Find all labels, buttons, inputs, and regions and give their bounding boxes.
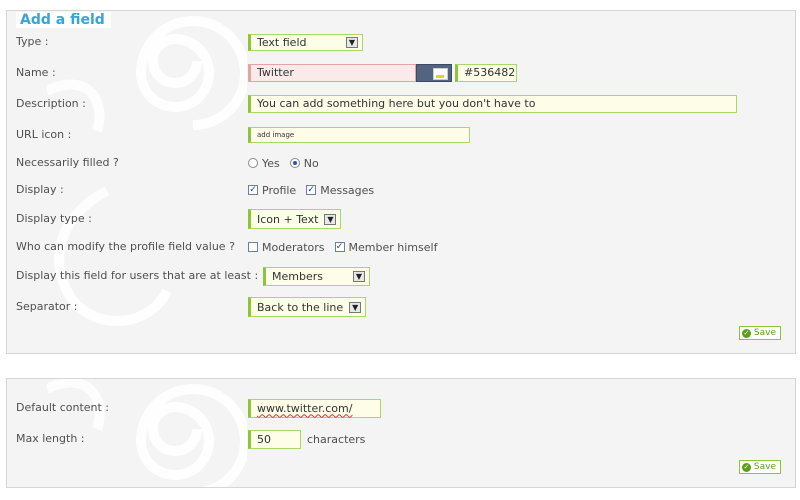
separator-row: Separator : Back to the line ▼ — [7, 296, 795, 318]
default-content-label: Default content : — [16, 401, 110, 414]
description-label: Description : — [16, 97, 86, 110]
chevron-down-icon: ▼ — [324, 213, 337, 225]
messages-label: Messages — [320, 183, 375, 197]
display-for-row: Display this field for users that are at… — [7, 265, 795, 287]
necessarily-filled-row: Necessarily filled ? Yes No — [7, 152, 795, 174]
chevron-down-icon: ▼ — [349, 301, 362, 313]
member-himself-checkbox[interactable]: ✓ — [334, 242, 345, 252]
type-select[interactable]: Text field ▼ — [248, 33, 363, 51]
display-for-select[interactable]: Members ▼ — [263, 266, 370, 286]
moderators-checkbox[interactable] — [248, 242, 258, 252]
display-type-value: Icon + Text — [257, 212, 319, 226]
description-input[interactable]: You can add something here but you don't… — [248, 95, 737, 113]
separator-select[interactable]: Back to the line ▼ — [248, 297, 367, 317]
max-length-unit: characters — [307, 432, 366, 446]
url-icon-row: URL icon : add image — [7, 124, 795, 146]
name-input[interactable]: Twitter — [248, 64, 416, 82]
default-content-input[interactable]: www.twitter.com/ — [248, 398, 381, 418]
member-himself-label: Member himself — [348, 240, 438, 254]
type-select-value: Text field — [257, 35, 307, 49]
profile-label: Profile — [262, 183, 297, 197]
display-label: Display : — [16, 183, 64, 196]
url-icon-label: URL icon : — [16, 128, 72, 141]
color-picker-icon — [433, 68, 448, 80]
url-icon-input[interactable]: add image — [248, 127, 470, 143]
yes-radio[interactable] — [248, 158, 258, 168]
color-picker-button[interactable] — [416, 64, 452, 82]
who-modify-label: Who can modify the profile field value ? — [16, 240, 235, 253]
section-title: Add a field — [16, 12, 111, 28]
save-button[interactable]: ✓ Save — [738, 460, 781, 474]
checkmark-icon: ✓ — [741, 462, 751, 472]
display-row: Display : ✓ Profile ✓ Messages — [7, 179, 795, 201]
description-row: Description : You can add something here… — [7, 93, 795, 115]
display-for-value: Members — [272, 269, 323, 283]
display-type-label: Display type : — [16, 212, 92, 225]
necessarily-no-option[interactable]: No — [289, 156, 319, 170]
display-type-row: Display type : Icon + Text ▼ — [7, 208, 795, 230]
save-label: Save — [753, 462, 776, 472]
necessarily-yes-option[interactable]: Yes — [248, 157, 280, 170]
messages-checkbox[interactable]: ✓ — [306, 185, 317, 195]
no-label: No — [303, 156, 319, 170]
type-row: Type : Text field ▼ — [7, 31, 795, 53]
max-length-input[interactable]: 50 — [248, 429, 301, 449]
display-for-label: Display this field for users that are at… — [16, 269, 259, 282]
moderators-label: Moderators — [262, 240, 325, 254]
type-label: Type : — [16, 35, 49, 48]
separator-value: Back to the line — [257, 300, 344, 314]
member-himself-option[interactable]: ✓ Member himself — [334, 240, 438, 254]
name-row: Name : Twitter #536482 — [7, 62, 795, 84]
who-modify-row: Who can modify the profile field value ?… — [7, 236, 795, 258]
max-length-row: Max length : 50 characters — [7, 428, 795, 450]
color-hex-input[interactable]: #536482 — [455, 64, 517, 82]
add-field-panel: Add a field Type : Text field ▼ Name : T… — [6, 10, 796, 354]
content-settings-panel: Default content : www.twitter.com/ Max l… — [6, 378, 796, 488]
separator-label: Separator : — [16, 300, 78, 313]
display-profile-option[interactable]: ✓ Profile — [248, 184, 296, 197]
chevron-down-icon: ▼ — [346, 36, 358, 48]
display-messages-option[interactable]: ✓ Messages — [306, 184, 374, 197]
profile-checkbox[interactable]: ✓ — [248, 185, 258, 195]
name-label: Name : — [16, 66, 56, 79]
save-label: Save — [753, 328, 776, 338]
checkmark-icon: ✓ — [741, 328, 751, 338]
chevron-down-icon: ▼ — [353, 270, 365, 282]
yes-label: Yes — [262, 156, 280, 170]
default-content-row: Default content : www.twitter.com/ — [7, 397, 795, 419]
necessarily-filled-label: Necessarily filled ? — [16, 156, 119, 169]
display-type-select[interactable]: Icon + Text ▼ — [248, 209, 342, 229]
max-length-label: Max length : — [16, 432, 85, 445]
moderators-option[interactable]: Moderators — [248, 241, 325, 254]
no-radio[interactable] — [289, 158, 300, 168]
save-button[interactable]: ✓ Save — [738, 326, 781, 340]
